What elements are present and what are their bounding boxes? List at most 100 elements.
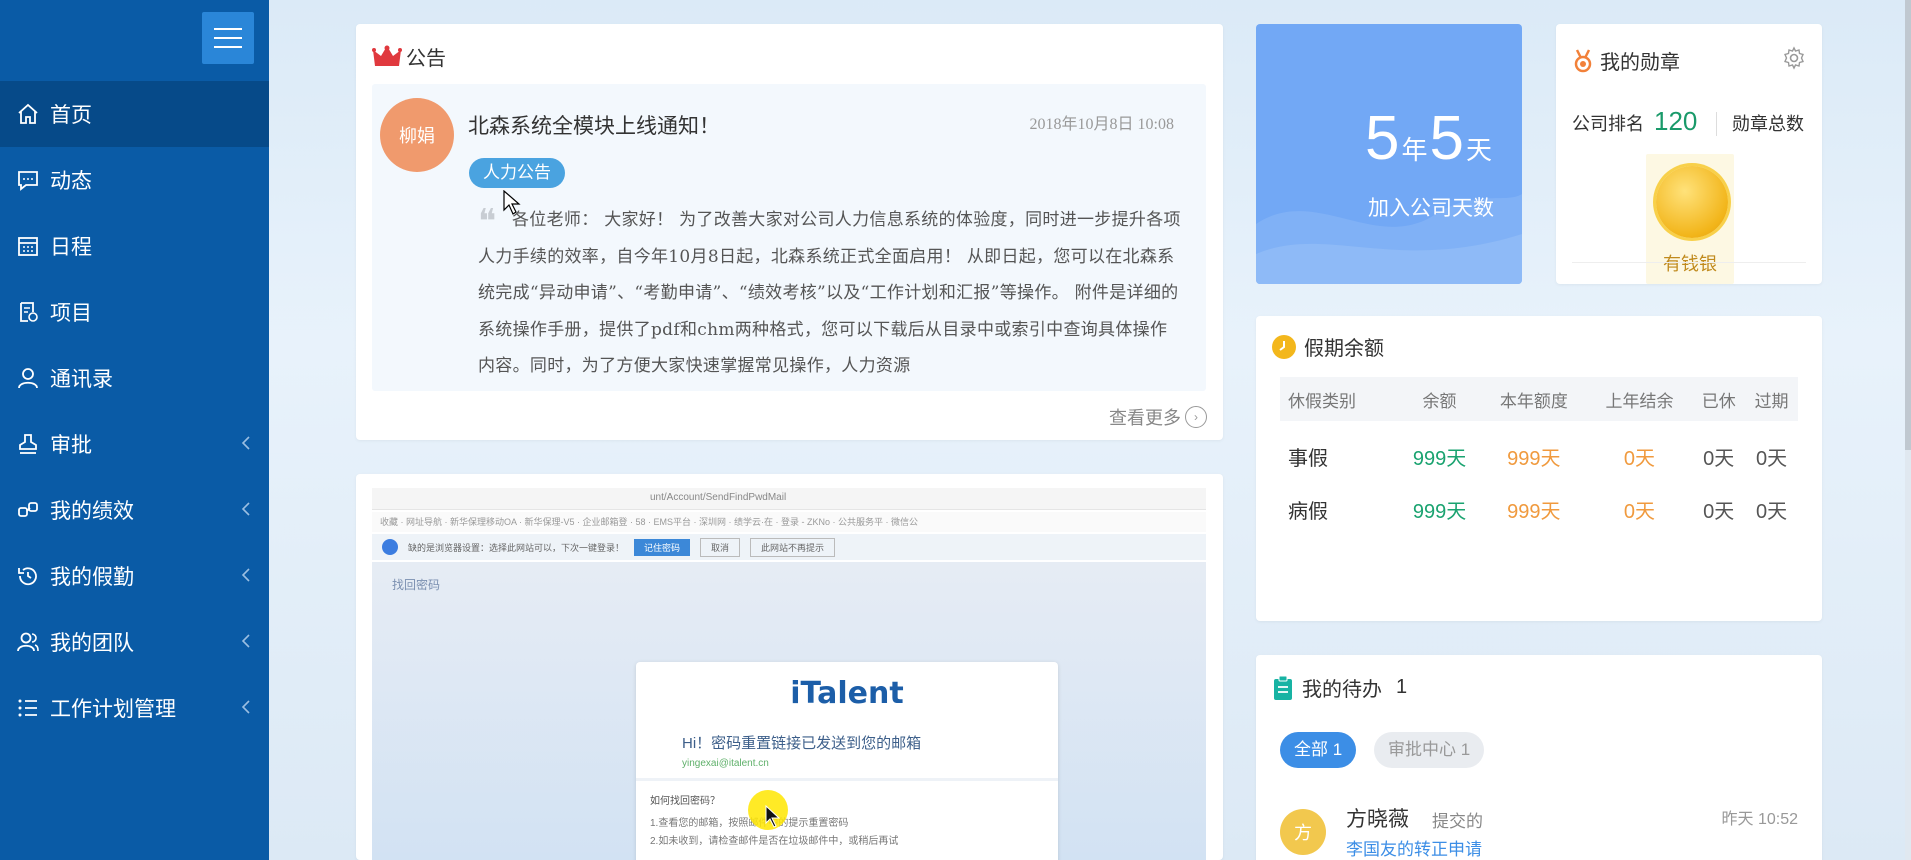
notice-tag: 人力公告: [469, 158, 565, 188]
todo-count: 1: [1396, 676, 1408, 698]
avatar: 方: [1280, 809, 1326, 855]
calendar-icon: [14, 232, 42, 260]
clipboard-icon: [1274, 675, 1292, 700]
notice-date: 2018年10月8日 10:08: [1029, 116, 1174, 133]
sidebar-item-contacts[interactable]: 通讯录: [0, 345, 269, 411]
sidebar-item-label: 我的绩效: [50, 500, 134, 523]
embedded-never-button: 此网站不再提示: [750, 537, 836, 557]
medal-total-label: 勋章总数: [1732, 114, 1804, 134]
scrollbar[interactable]: [1905, 0, 1911, 860]
todo-card: 我的待办 1 全部 1 审批中心 1 方 方晓薇 提交的 李国友的转正申请 昨天…: [1256, 655, 1822, 860]
medal-icon: [1574, 48, 1592, 72]
leave-type: 病假: [1288, 501, 1328, 523]
chevron-left-icon: [241, 568, 250, 582]
embedded-remember-button: 记住密码: [634, 538, 691, 556]
tab-approval-center[interactable]: 审批中心 1: [1374, 732, 1485, 768]
chevron-left-icon: [241, 634, 250, 648]
see-more-label: 查看更多: [1109, 408, 1181, 428]
leave-header-label: 假期余额: [1304, 338, 1384, 360]
todo-time: 昨天 10:52: [1721, 811, 1799, 828]
embedded-find-password: 找回密码: [392, 578, 441, 592]
embedded-url: unt/Account/SendFindPwdMail: [650, 492, 787, 503]
mouse-cursor-icon: [765, 805, 781, 828]
sidebar-item-feed[interactable]: 动态: [0, 147, 269, 213]
info-icon: [382, 539, 398, 555]
divider: [636, 778, 1058, 781]
column-header: 已休: [1692, 377, 1746, 421]
sidebar-item-project[interactable]: 项目: [0, 279, 269, 345]
join-days-card: 5年5天 加入公司天数: [1256, 24, 1522, 284]
notice-title[interactable]: 北森系统全模块上线通知！: [468, 110, 720, 140]
sidebar-item-label: 动态: [50, 170, 92, 193]
embedded-page: 找回密码 iTalent Hi！密码重置链接已发送到您的邮箱 yingexai@…: [372, 562, 1206, 860]
italent-logo: iTalent: [790, 676, 904, 711]
hamburger-icon-line: [214, 37, 242, 39]
year-unit: 年: [1401, 135, 1428, 165]
sidebar-item-home[interactable]: 首页: [0, 81, 269, 147]
todo-header: 我的待办 1: [1272, 673, 1407, 702]
menu-toggle-button[interactable]: [202, 12, 254, 64]
team-icon: [14, 628, 42, 656]
crown-icon: [372, 45, 402, 66]
join-days-label: 加入公司天数: [1368, 197, 1494, 220]
join-days-value: 5年5天: [1365, 108, 1494, 170]
leave-expired: 0天: [1756, 448, 1788, 470]
sidebar-item-approval[interactable]: 审批: [0, 411, 269, 477]
leave-quota: 999天: [1507, 501, 1561, 523]
column-header: 余额: [1398, 377, 1481, 421]
sidebar-item-schedule[interactable]: 日程: [0, 213, 269, 279]
contacts-icon: [14, 364, 42, 392]
todo-description-link[interactable]: 李国友的转正申请: [1346, 835, 1482, 860]
notice-body-text: 各位老师： 大家好！ 为了改善大家对公司人力信息系统的体验度，同时进一步提升各项…: [478, 210, 1181, 376]
divider: [1572, 262, 1806, 263]
embedded-email: yingexai@italent.cn: [682, 758, 769, 769]
table-header-row: 休假类别 余额 本年额度 上年结余 已休 过期: [1280, 377, 1798, 421]
leave-carryover: 0天: [1623, 448, 1656, 470]
message-icon: [14, 166, 42, 194]
sidebar-item-performance[interactable]: 我的绩效: [0, 477, 269, 543]
avatar: 柳娟: [380, 98, 454, 172]
list-item[interactable]: 方 方晓薇 提交的 李国友的转正申请 昨天 10:52: [1280, 803, 1798, 860]
leave-used: 0天: [1703, 448, 1735, 470]
clock-icon: [1272, 334, 1296, 359]
leave-carryover: 0天: [1623, 501, 1656, 523]
attachment-image-card[interactable]: unt/Account/SendFindPwdMail 收藏 · 网址导航 · …: [356, 474, 1223, 860]
gear-icon[interactable]: [1782, 46, 1806, 70]
scrollbar-thumb[interactable]: [1905, 0, 1911, 450]
embedded-reset-box: iTalent Hi！密码重置链接已发送到您的邮箱 yingexai@itale…: [636, 662, 1058, 860]
see-more-link[interactable]: 查看更多 ›: [1109, 404, 1207, 430]
notice-body: 各位老师： 大家好！ 为了改善大家对公司人力信息系统的体验度，同时进一步提升各项…: [478, 202, 1182, 382]
medal-name: 有钱银: [1663, 254, 1717, 274]
leave-balance: 999天: [1412, 501, 1467, 523]
notice-header: 公告: [372, 42, 446, 71]
embedded-notice-bar: 缺的是浏览器设置：选择此网站可以，下次一键登录！ 记住密码 取消 此网站不再提示: [372, 534, 1206, 560]
chevron-right-icon: ›: [1185, 406, 1207, 428]
plan-icon: [14, 694, 42, 722]
sidebar-item-attendance[interactable]: 我的假勤: [0, 543, 269, 609]
join-days: 5: [1429, 104, 1464, 173]
join-years: 5: [1365, 104, 1400, 173]
sidebar-item-label: 审批: [50, 434, 92, 457]
sidebar-item-label: 日程: [50, 236, 92, 259]
notice-item[interactable]: 柳娟 北森系统全模块上线通知！ 2018年10月8日 10:08 人力公告 ❝ …: [372, 84, 1206, 391]
medal-item[interactable]: 有钱银: [1646, 154, 1734, 284]
sidebar-item-work-plan[interactable]: 工作计划管理: [0, 675, 269, 741]
embedded-line-2: 2.如未收到，请检查邮件是否在垃圾邮件中，或稍后再试: [650, 836, 899, 847]
sidebar-item-label: 我的团队: [50, 632, 134, 655]
wave-decoration: [1256, 194, 1522, 284]
leave-balance-card: 假期余额 休假类别 余额 本年额度 上年结余 已休 过期 事假 999天 999…: [1256, 316, 1822, 621]
chevron-left-icon: [241, 436, 250, 450]
leave-used: 0天: [1703, 501, 1735, 523]
table-row: 病假 999天 999天 0天 0天 0天: [1280, 480, 1798, 539]
medal-header: 我的勋章: [1572, 46, 1680, 75]
sidebar-nav: 首页 动态 日程 项目 通讯录 审批 我的绩效 我的假勤 我的团队 工作计划管理: [0, 81, 269, 741]
sidebar-item-team[interactable]: 我的团队: [0, 609, 269, 675]
table-row: 事假 999天 999天 0天 0天 0天: [1280, 421, 1798, 480]
column-header: 上年结余: [1586, 377, 1693, 421]
tab-all[interactable]: 全部 1: [1280, 732, 1357, 768]
hamburger-icon-line: [214, 46, 242, 48]
leave-table: 休假类别 余额 本年额度 上年结余 已休 过期 事假 999天 999天 0天 …: [1280, 377, 1798, 539]
notice-card: 公告 柳娟 北森系统全模块上线通知！ 2018年10月8日 10:08 人力公告…: [356, 24, 1223, 440]
project-icon: [14, 298, 42, 326]
day-unit: 天: [1465, 135, 1492, 165]
